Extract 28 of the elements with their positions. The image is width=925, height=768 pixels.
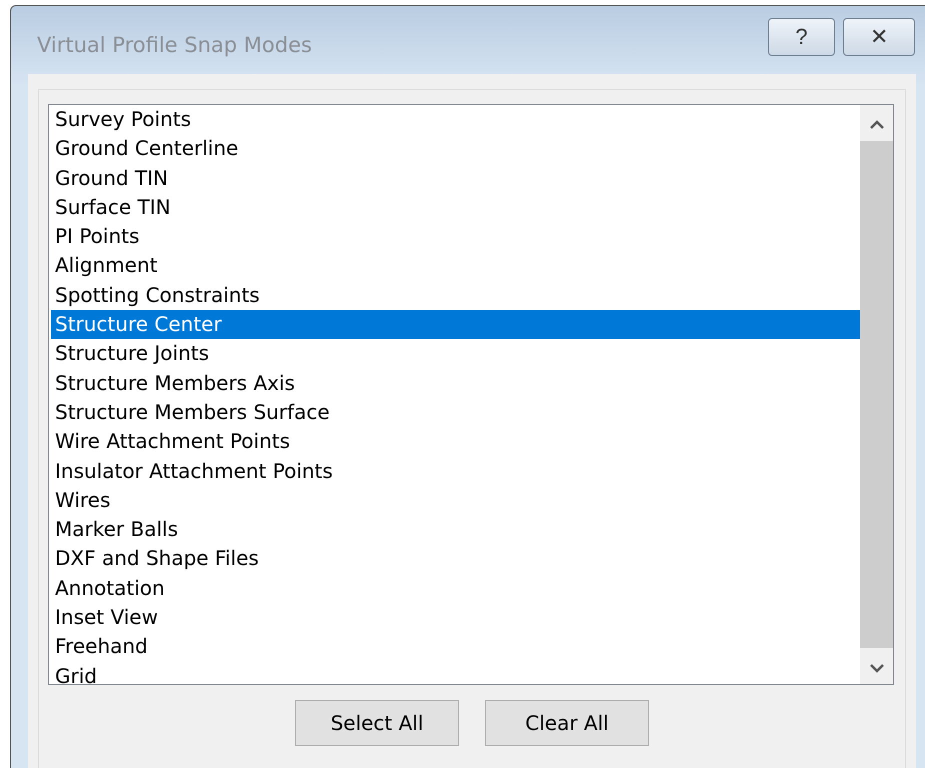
scroll-up-icon[interactable] (868, 120, 884, 130)
scroll-down-icon[interactable] (868, 663, 884, 673)
list-item[interactable]: Marker Balls (51, 515, 860, 544)
list-item[interactable]: Grid (51, 662, 860, 684)
window-title: Virtual Profile Snap Modes (37, 32, 312, 57)
close-button[interactable]: ✕ (843, 18, 915, 56)
list-item[interactable]: Structure Members Surface (51, 398, 860, 428)
list-item[interactable]: Survey Points (51, 105, 860, 134)
list-item[interactable]: Alignment (51, 251, 860, 281)
clear-all-button[interactable]: Clear All (485, 700, 649, 746)
list-item[interactable]: Structure Members Axis (51, 368, 860, 398)
select-all-button[interactable]: Select All (295, 700, 459, 746)
list-item[interactable]: PI Points (51, 222, 860, 252)
list-item[interactable]: Insulator Attachment Points (51, 456, 860, 486)
list-item[interactable]: Spotting Constraints (51, 280, 860, 310)
list-box[interactable] (48, 104, 894, 685)
list-item[interactable]: Wire Attachment Points (51, 427, 860, 457)
list-item[interactable]: Freehand (51, 632, 860, 662)
list-item[interactable]: Inset View (51, 603, 860, 632)
list-item[interactable]: Structure Joints (51, 339, 860, 369)
list-item[interactable]: DXF and Shape Files (51, 544, 860, 574)
list-item[interactable]: Surface TIN (51, 192, 860, 222)
list-item[interactable]: Wires (51, 486, 860, 516)
list-item[interactable]: Annotation (51, 574, 860, 604)
list-item[interactable]: Structure Center (51, 310, 860, 340)
list-item[interactable]: Ground TIN (51, 164, 860, 193)
list-item[interactable]: Ground Centerline (51, 134, 860, 164)
help-button[interactable]: ? (768, 18, 835, 56)
